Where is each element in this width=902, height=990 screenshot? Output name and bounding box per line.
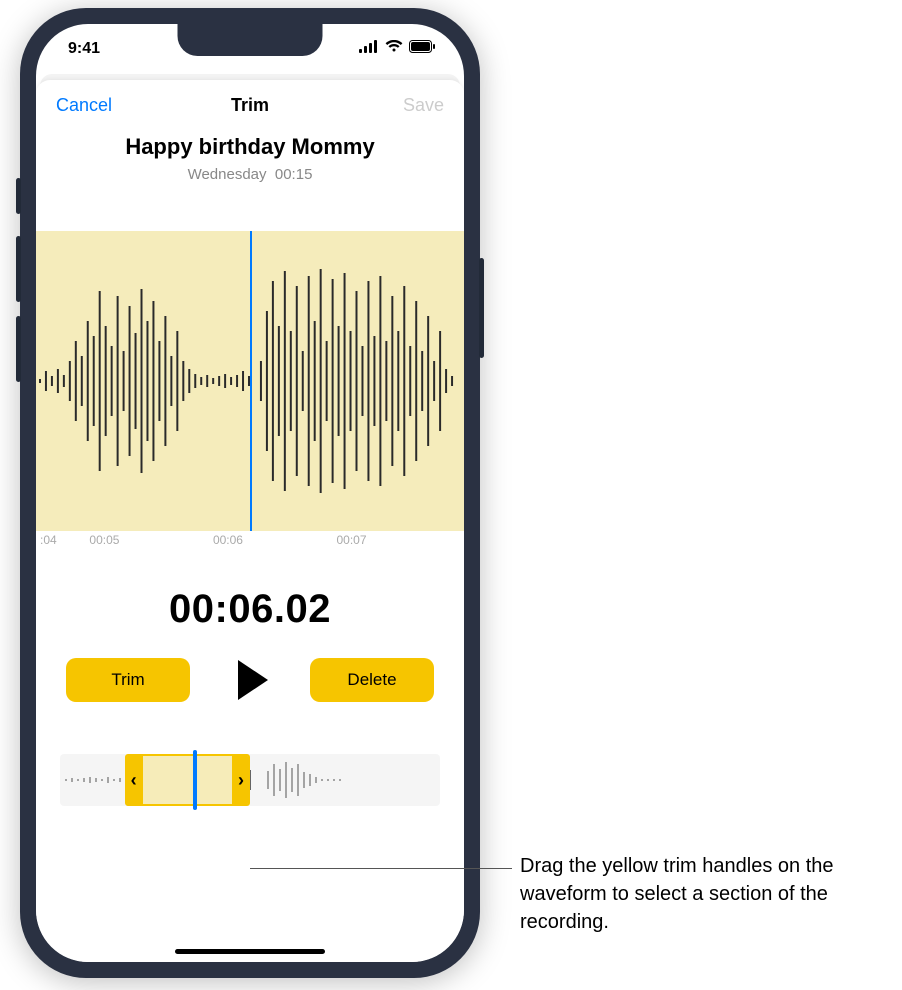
trim-button[interactable]: Trim <box>66 658 190 702</box>
trim-selection[interactable]: ‹ › <box>125 754 250 806</box>
home-indicator[interactable] <box>175 949 325 954</box>
power-button <box>479 258 484 358</box>
timeline-ticks: :04 00:05 00:06 00:07 <box>36 531 464 553</box>
waveform-main[interactable] <box>36 231 464 531</box>
battery-icon <box>409 40 436 58</box>
controls-row: Trim Delete <box>36 632 464 710</box>
mini-waveform[interactable]: ‹ › <box>60 754 440 806</box>
sheet-title: Trim <box>231 95 269 116</box>
tick-1: :04 <box>40 533 89 553</box>
tick-4: 00:07 <box>336 533 460 553</box>
cancel-button[interactable]: Cancel <box>56 95 112 116</box>
callout-leader-line <box>250 868 512 869</box>
play-button[interactable] <box>220 650 280 710</box>
play-icon <box>238 660 268 700</box>
notch <box>178 24 323 56</box>
iphone-frame: 9:41 Cancel Trim Save Happy birthday <box>20 8 480 978</box>
trim-handle-left[interactable]: ‹ <box>125 756 143 804</box>
chevron-left-icon: ‹ <box>131 770 137 791</box>
tick-2: 00:05 <box>89 533 213 553</box>
chevron-right-icon: › <box>238 770 244 791</box>
current-timecode: 00:06.02 <box>36 587 464 632</box>
callout-text: Drag the yellow trim handles on the wave… <box>520 852 890 936</box>
sheet-header: Cancel Trim Save <box>36 80 464 130</box>
screen: 9:41 Cancel Trim Save Happy birthday <box>36 24 464 962</box>
recording-duration: 00:15 <box>275 166 313 183</box>
cellular-signal-icon <box>359 40 379 58</box>
recording-title: Happy birthday Mommy <box>36 134 464 160</box>
volume-down-button <box>16 316 21 382</box>
save-button[interactable]: Save <box>403 95 444 116</box>
status-time: 9:41 <box>68 40 100 58</box>
mini-playhead[interactable] <box>193 750 197 810</box>
trim-handle-right[interactable]: › <box>232 756 250 804</box>
recording-day: Wednesday <box>188 166 267 183</box>
recording-subtitle: Wednesday 00:15 <box>36 166 464 183</box>
volume-up-button <box>16 236 21 302</box>
tick-3: 00:06 <box>213 533 337 553</box>
mini-waveform-svg <box>60 754 440 806</box>
delete-button[interactable]: Delete <box>310 658 434 702</box>
trim-sheet: Cancel Trim Save Happy birthday Mommy We… <box>36 80 464 962</box>
playhead[interactable] <box>250 231 252 531</box>
silent-switch <box>16 178 21 214</box>
wifi-icon <box>385 40 403 58</box>
